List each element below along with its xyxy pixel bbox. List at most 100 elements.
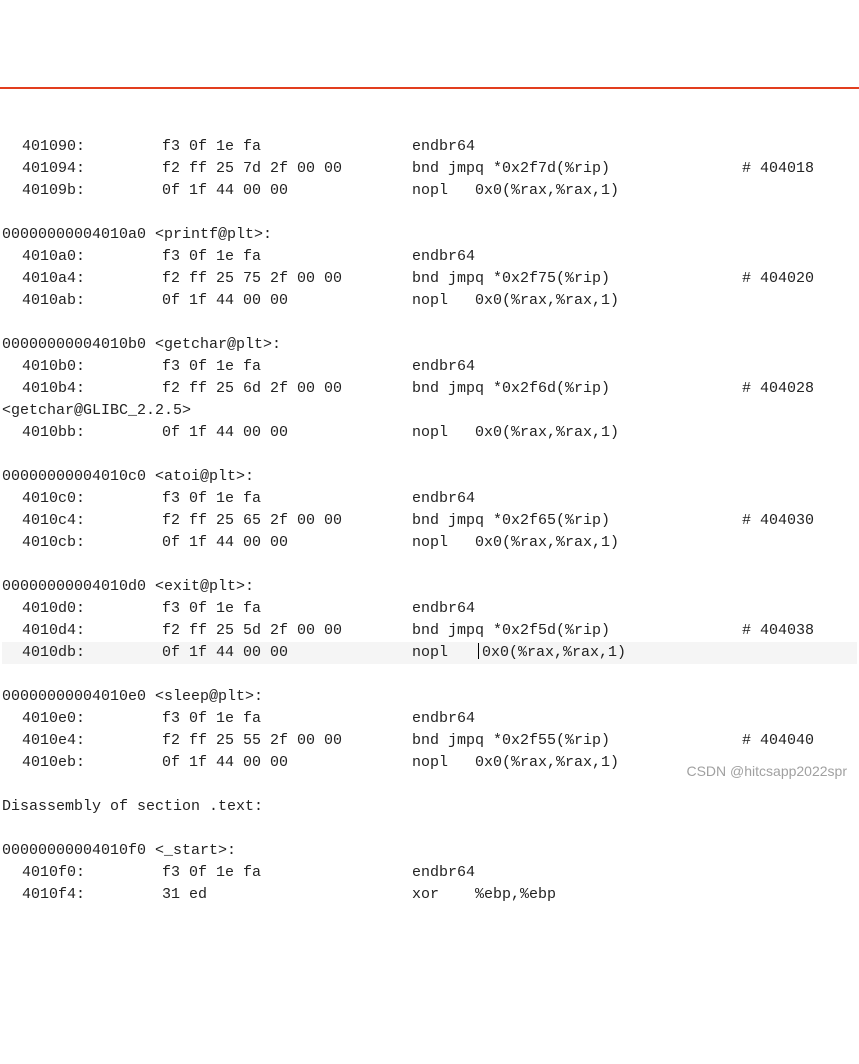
text-cursor bbox=[478, 643, 479, 659]
instruction-row: 40109b:0f 1f 44 00 00nopl 0x0(%rax,%rax,… bbox=[2, 180, 857, 202]
hex-bytes: f3 0f 1e fa bbox=[162, 488, 412, 510]
mnemonic: nopl 0x0(%rax,%rax,1) bbox=[412, 642, 742, 664]
instruction-row: 4010d4:f2 ff 25 5d 2f 00 00bnd jmpq *0x2… bbox=[2, 620, 857, 642]
mnemonic: endbr64 bbox=[412, 356, 742, 378]
comment: # 404020 bbox=[742, 268, 857, 290]
hex-bytes: 31 ed bbox=[162, 884, 412, 906]
hex-bytes: 0f 1f 44 00 00 bbox=[162, 642, 412, 664]
hex-bytes: 0f 1f 44 00 00 bbox=[162, 532, 412, 554]
instruction-row: 4010e4:f2 ff 25 55 2f 00 00bnd jmpq *0x2… bbox=[2, 730, 857, 752]
hex-bytes: f3 0f 1e fa bbox=[162, 136, 412, 158]
instruction-row: 4010b4:f2 ff 25 6d 2f 00 00bnd jmpq *0x2… bbox=[2, 378, 857, 400]
blank-line bbox=[2, 444, 857, 466]
instruction-row: 4010f4:31 edxor %ebp,%ebp bbox=[2, 884, 857, 906]
address: 4010d4: bbox=[2, 620, 162, 642]
comment: # 404018 bbox=[742, 158, 857, 180]
instruction-row: 4010d0:f3 0f 1e faendbr64 bbox=[2, 598, 857, 620]
mnemonic: endbr64 bbox=[412, 862, 742, 884]
address: 4010a0: bbox=[2, 246, 162, 268]
mnemonic: nopl 0x0(%rax,%rax,1) bbox=[412, 180, 742, 202]
mnemonic: nopl 0x0(%rax,%rax,1) bbox=[412, 752, 742, 774]
hex-bytes: f2 ff 25 75 2f 00 00 bbox=[162, 268, 412, 290]
mnemonic: endbr64 bbox=[412, 488, 742, 510]
address: 4010e4: bbox=[2, 730, 162, 752]
address: 401090: bbox=[2, 136, 162, 158]
hex-bytes: f3 0f 1e fa bbox=[162, 598, 412, 620]
mnemonic: bnd jmpq *0x2f5d(%rip) bbox=[412, 620, 742, 642]
mnemonic: bnd jmpq *0x2f7d(%rip) bbox=[412, 158, 742, 180]
hex-bytes: f3 0f 1e fa bbox=[162, 246, 412, 268]
address: 4010db: bbox=[2, 642, 162, 664]
instruction-row: 4010cb:0f 1f 44 00 00nopl 0x0(%rax,%rax,… bbox=[2, 532, 857, 554]
hex-bytes: 0f 1f 44 00 00 bbox=[162, 422, 412, 444]
address: 4010c0: bbox=[2, 488, 162, 510]
disassembly-listing: 401090:f3 0f 1e faendbr64401094:f2 ff 25… bbox=[0, 133, 859, 912]
address: 4010b4: bbox=[2, 378, 162, 400]
symbol-header: 00000000004010b0 <getchar@plt>: bbox=[2, 334, 857, 356]
top-highlight-bar bbox=[0, 87, 859, 89]
comment: # 404030 bbox=[742, 510, 857, 532]
address: 4010b0: bbox=[2, 356, 162, 378]
address: 401094: bbox=[2, 158, 162, 180]
instruction-row: 4010a0:f3 0f 1e faendbr64 bbox=[2, 246, 857, 268]
address: 4010f0: bbox=[2, 862, 162, 884]
instruction-row: 4010c0:f3 0f 1e faendbr64 bbox=[2, 488, 857, 510]
hex-bytes: 0f 1f 44 00 00 bbox=[162, 180, 412, 202]
address: 4010ab: bbox=[2, 290, 162, 312]
instruction-row: 4010bb:0f 1f 44 00 00nopl 0x0(%rax,%rax,… bbox=[2, 422, 857, 444]
mnemonic: nopl 0x0(%rax,%rax,1) bbox=[412, 290, 742, 312]
blank-line bbox=[2, 664, 857, 686]
mnemonic: bnd jmpq *0x2f6d(%rip) bbox=[412, 378, 742, 400]
hex-bytes: 0f 1f 44 00 00 bbox=[162, 290, 412, 312]
mnemonic: endbr64 bbox=[412, 246, 742, 268]
instruction-row: 4010ab:0f 1f 44 00 00nopl 0x0(%rax,%rax,… bbox=[2, 290, 857, 312]
symbol-header: 00000000004010a0 <printf@plt>: bbox=[2, 224, 857, 246]
blank-line bbox=[2, 554, 857, 576]
instruction-row: 4010db:0f 1f 44 00 00nopl 0x0(%rax,%rax,… bbox=[2, 642, 857, 664]
hex-bytes: f2 ff 25 6d 2f 00 00 bbox=[162, 378, 412, 400]
instruction-row: 4010f0:f3 0f 1e faendbr64 bbox=[2, 862, 857, 884]
mnemonic: xor %ebp,%ebp bbox=[412, 884, 742, 906]
hex-bytes: f3 0f 1e fa bbox=[162, 862, 412, 884]
asm-left: nopl bbox=[412, 644, 475, 661]
hex-bytes: f2 ff 25 5d 2f 00 00 bbox=[162, 620, 412, 642]
symbol-header: 00000000004010e0 <sleep@plt>: bbox=[2, 686, 857, 708]
instruction-row: 4010e0:f3 0f 1e faendbr64 bbox=[2, 708, 857, 730]
address: 4010c4: bbox=[2, 510, 162, 532]
mnemonic: nopl 0x0(%rax,%rax,1) bbox=[412, 422, 742, 444]
address: 4010f4: bbox=[2, 884, 162, 906]
comment: # 404038 bbox=[742, 620, 857, 642]
mnemonic: endbr64 bbox=[412, 708, 742, 730]
text-line: Disassembly of section .text: bbox=[2, 796, 857, 818]
instruction-row: 401094:f2 ff 25 7d 2f 00 00bnd jmpq *0x2… bbox=[2, 158, 857, 180]
blank-line bbox=[2, 202, 857, 224]
comment: # 404040 bbox=[742, 730, 857, 752]
address: 4010bb: bbox=[2, 422, 162, 444]
address: 4010cb: bbox=[2, 532, 162, 554]
address: 4010d0: bbox=[2, 598, 162, 620]
mnemonic: nopl 0x0(%rax,%rax,1) bbox=[412, 532, 742, 554]
hex-bytes: f3 0f 1e fa bbox=[162, 708, 412, 730]
hex-bytes: f2 ff 25 7d 2f 00 00 bbox=[162, 158, 412, 180]
instruction-row: 4010b0:f3 0f 1e faendbr64 bbox=[2, 356, 857, 378]
instruction-row: 401090:f3 0f 1e faendbr64 bbox=[2, 136, 857, 158]
instruction-row: 4010a4:f2 ff 25 75 2f 00 00bnd jmpq *0x2… bbox=[2, 268, 857, 290]
symbol-header: 00000000004010f0 <_start>: bbox=[2, 840, 857, 862]
mnemonic: bnd jmpq *0x2f55(%rip) bbox=[412, 730, 742, 752]
address: 40109b: bbox=[2, 180, 162, 202]
mnemonic: endbr64 bbox=[412, 136, 742, 158]
address: 4010eb: bbox=[2, 752, 162, 774]
asm-right: 0x0(%rax,%rax,1) bbox=[482, 644, 626, 661]
hex-bytes: f3 0f 1e fa bbox=[162, 356, 412, 378]
mnemonic: bnd jmpq *0x2f75(%rip) bbox=[412, 268, 742, 290]
mnemonic: bnd jmpq *0x2f65(%rip) bbox=[412, 510, 742, 532]
text-line: <getchar@GLIBC_2.2.5> bbox=[2, 400, 857, 422]
address: 4010e0: bbox=[2, 708, 162, 730]
symbol-header: 00000000004010d0 <exit@plt>: bbox=[2, 576, 857, 598]
blank-line bbox=[2, 774, 857, 796]
hex-bytes: 0f 1f 44 00 00 bbox=[162, 752, 412, 774]
mnemonic: endbr64 bbox=[412, 598, 742, 620]
comment: # 404028 bbox=[742, 378, 857, 400]
hex-bytes: f2 ff 25 55 2f 00 00 bbox=[162, 730, 412, 752]
symbol-header: 00000000004010c0 <atoi@plt>: bbox=[2, 466, 857, 488]
